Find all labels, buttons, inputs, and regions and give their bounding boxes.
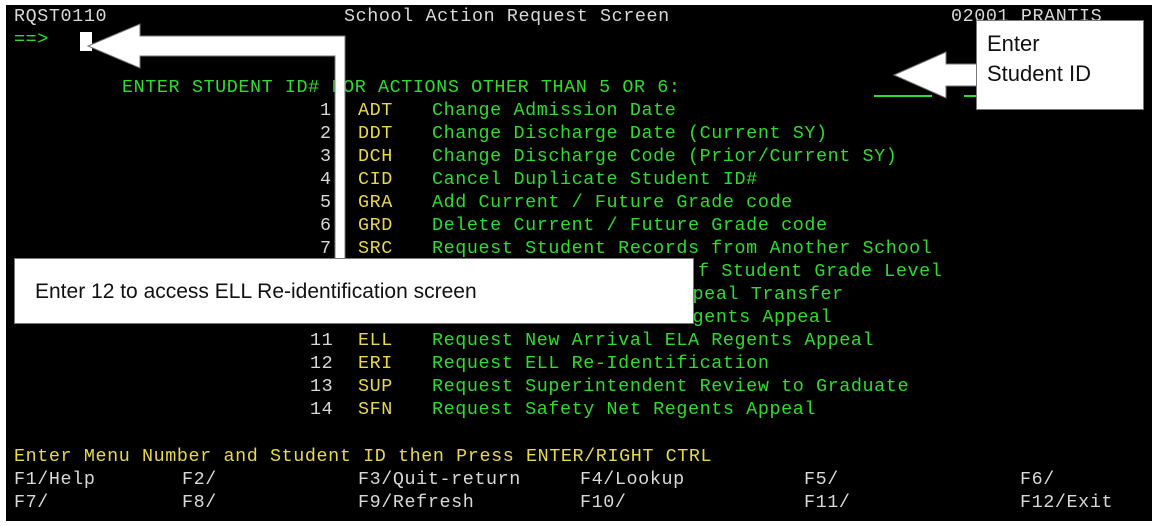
callout-student-id: Enter Student ID <box>976 20 1144 110</box>
callout-ell: Enter 12 to access ELL Re-identification… <box>14 258 694 324</box>
arrow-to-command-icon <box>86 23 346 267</box>
arrow-to-student-id-icon <box>892 51 981 99</box>
